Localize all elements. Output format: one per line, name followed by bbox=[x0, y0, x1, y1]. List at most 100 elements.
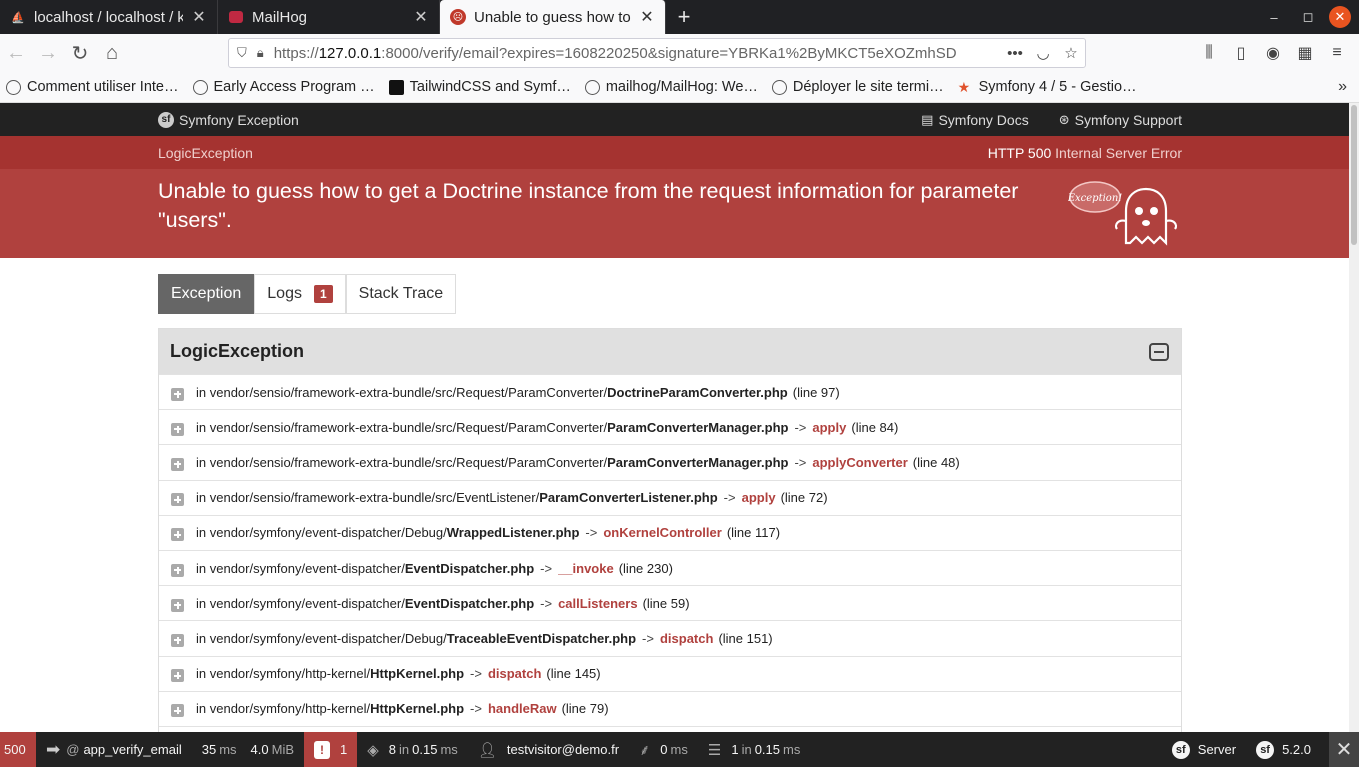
browser-tab-active[interactable]: ☹ Unable to guess how to get ✕ bbox=[440, 0, 666, 34]
tab-logs[interactable]: Logs 1 bbox=[254, 274, 346, 314]
url-bar[interactable]: ⛉ 🔒︎ https://127.0.0.1:8000/verify/email… bbox=[228, 38, 1086, 68]
trace-frame[interactable]: in vendor/symfony/event-dispatcher/Event… bbox=[159, 549, 1181, 585]
trace-frame[interactable]: in vendor/symfony/http-kernel/HttpKernel… bbox=[159, 655, 1181, 691]
phpmyadmin-icon: ⛵ bbox=[11, 11, 25, 24]
toolbar-twig[interactable]: ⸙ 0 ms bbox=[629, 732, 698, 767]
database-icon: ☰ bbox=[707, 741, 722, 759]
exception-class: LogicException bbox=[158, 144, 253, 161]
trace-frame[interactable]: in vendor/sensio/framework-extra-bundle/… bbox=[159, 409, 1181, 444]
scrollbar-thumb[interactable] bbox=[1351, 105, 1357, 245]
toolbar-time[interactable]: 35 ms bbox=[192, 732, 241, 767]
exception-summary-band: LogicException HTTP 500 Internal Server … bbox=[0, 136, 1349, 169]
collapse-icon[interactable] bbox=[1149, 342, 1169, 361]
symfony-docs-link[interactable]: ▤ Symfony Docs bbox=[921, 112, 1029, 128]
menu-icon[interactable]: ≡ bbox=[1321, 44, 1353, 62]
svg-text:Exception!: Exception! bbox=[1068, 193, 1122, 204]
tab-exception[interactable]: Exception bbox=[158, 274, 255, 314]
bookmark-star-icon[interactable]: ☆ bbox=[1057, 44, 1085, 62]
expand-icon[interactable] bbox=[171, 704, 184, 718]
page-scrollbar[interactable] bbox=[1349, 103, 1359, 732]
toolbar-errors[interactable]: ! 1 bbox=[304, 732, 358, 767]
page-actions-icon[interactable]: ••• bbox=[1001, 45, 1029, 62]
symfony-support-link[interactable]: ⊛ Symfony Support bbox=[1059, 112, 1182, 128]
sidebar-icon[interactable]: ▯ bbox=[1225, 43, 1257, 63]
toolbar-close-icon[interactable]: ✕ bbox=[1329, 732, 1359, 767]
expand-icon[interactable] bbox=[171, 528, 184, 542]
close-icon[interactable]: ✕ bbox=[639, 7, 655, 27]
globe-icon bbox=[584, 79, 600, 95]
bookmarks-bar: Comment utiliser Inte… Early Access Prog… bbox=[0, 72, 1359, 103]
trace-frame[interactable]: in vendor/sensio/framework-extra-bundle/… bbox=[159, 374, 1181, 409]
tab-title: Unable to guess how to get bbox=[474, 8, 631, 26]
brand: sf Symfony Exception bbox=[158, 111, 299, 128]
toolbar-route[interactable]: ➡ @ app_verify_email bbox=[36, 732, 192, 767]
trace-frame[interactable]: in vendor/symfony/http-kernel/HttpKernel… bbox=[159, 690, 1181, 726]
user-icon: 👤︎ bbox=[477, 741, 497, 759]
lock-icon[interactable]: 🔒︎ bbox=[257, 45, 264, 61]
tab-title: MailHog bbox=[252, 8, 308, 26]
library-icon[interactable]: ⫼ bbox=[1193, 44, 1225, 62]
trace-frame[interactable]: in vendor/symfony/event-dispatcher/Event… bbox=[159, 585, 1181, 620]
http-status: HTTP 500 Internal Server Error bbox=[987, 144, 1182, 161]
bookmark-item[interactable]: mailhog/MailHog: We… bbox=[584, 79, 758, 95]
maximize-icon[interactable]: ◻ bbox=[1291, 9, 1325, 25]
browser-toolbar: ⫼ ▯ ◉ ▦ ≡ bbox=[1193, 38, 1353, 68]
globe-icon bbox=[192, 79, 208, 95]
url-text[interactable]: https://127.0.0.1:8000/verify/email?expi… bbox=[274, 45, 1001, 62]
browser-tab-mailhog[interactable]: MailHog ✕ bbox=[218, 0, 440, 34]
pocket-icon[interactable]: ◡ bbox=[1029, 44, 1057, 62]
bookmark-item[interactable]: Comment utiliser Inte… bbox=[6, 79, 179, 95]
expand-icon[interactable] bbox=[171, 633, 184, 647]
tab-title: localhost / localhost / klaxo bbox=[34, 8, 183, 26]
trace-frame[interactable]: in vendor/sensio/framework-extra-bundle/… bbox=[159, 479, 1181, 515]
toolbar-memory[interactable]: 4.0 MiB bbox=[241, 732, 304, 767]
extensions-icon[interactable]: ▦ bbox=[1289, 43, 1321, 63]
expand-icon[interactable] bbox=[171, 387, 184, 401]
back-icon[interactable]: ← bbox=[0, 37, 32, 69]
trace-frame[interactable]: in vendor/symfony/event-dispatcher/Debug… bbox=[159, 620, 1181, 655]
toolbar-user[interactable]: 👤︎ testvisitor@demo.fr bbox=[468, 732, 629, 767]
chevron-right-icon[interactable]: » bbox=[1338, 78, 1347, 96]
lifebuoy-icon: ⊛ bbox=[1058, 111, 1070, 127]
account-icon[interactable]: ◉ bbox=[1257, 43, 1289, 63]
toolbar-server[interactable]: sf Server bbox=[1162, 732, 1246, 767]
reload-icon[interactable]: ↻ bbox=[64, 37, 96, 69]
expand-icon[interactable] bbox=[171, 669, 184, 683]
forward-icon[interactable]: → bbox=[32, 37, 64, 69]
expand-icon[interactable] bbox=[171, 563, 184, 577]
globe-icon bbox=[771, 79, 787, 95]
expand-icon[interactable] bbox=[171, 457, 184, 471]
toolbar-version[interactable]: sf 5.2.0 bbox=[1246, 732, 1321, 767]
globe-icon bbox=[6, 79, 21, 95]
tailwind-icon bbox=[388, 79, 404, 95]
star-icon: ★ bbox=[957, 78, 971, 95]
mailhog-icon bbox=[228, 9, 244, 25]
browser-tab-phpmyadmin[interactable]: ⛵ localhost / localhost / klaxo ✕ bbox=[0, 0, 218, 34]
expand-icon[interactable] bbox=[171, 598, 184, 612]
expand-icon[interactable] bbox=[171, 493, 184, 507]
trace-panel: LogicException in vendor/sensio/framewor… bbox=[158, 328, 1182, 732]
bookmark-item[interactable]: ★ Symfony 4 / 5 - Gestio… bbox=[958, 79, 1137, 95]
bookmark-item[interactable]: Déployer le site termi… bbox=[771, 79, 944, 95]
tab-stack-trace[interactable]: Stack Trace bbox=[345, 274, 457, 314]
expand-icon[interactable] bbox=[171, 422, 184, 436]
toolbar-events[interactable]: ◈ 8 in 0.15 ms bbox=[357, 732, 468, 767]
window-close-icon[interactable]: ✕ bbox=[1329, 6, 1351, 28]
browser-tab-strip: ⛵ localhost / localhost / klaxo ✕ MailHo… bbox=[0, 0, 1359, 34]
status-code-badge[interactable]: 500 bbox=[0, 732, 36, 767]
home-icon[interactable]: ⌂ bbox=[96, 37, 128, 69]
minimize-icon[interactable]: – bbox=[1257, 10, 1291, 25]
trace-frame[interactable]: in vendor/symfony/event-dispatcher/Debug… bbox=[159, 514, 1181, 550]
trace-header: LogicException bbox=[159, 329, 1181, 374]
bookmark-item[interactable]: TailwindCSS and Symf… bbox=[388, 79, 571, 95]
symfony-logo-icon: sf bbox=[158, 111, 174, 128]
close-icon[interactable]: ✕ bbox=[413, 7, 429, 27]
toolbar-database[interactable]: ☰ 1 in 0.15 ms bbox=[698, 732, 810, 767]
trace-frame[interactable]: in vendor/sensio/framework-extra-bundle/… bbox=[159, 444, 1181, 479]
new-tab-button[interactable]: + bbox=[666, 4, 702, 30]
twig-icon: ⸙ bbox=[639, 741, 651, 759]
bookmark-item[interactable]: Early Access Program … bbox=[192, 79, 375, 95]
exception-message-panel: Unable to guess how to get a Doctrine in… bbox=[0, 169, 1349, 258]
shield-icon[interactable]: ⛉ bbox=[237, 45, 247, 61]
close-icon[interactable]: ✕ bbox=[191, 7, 207, 27]
